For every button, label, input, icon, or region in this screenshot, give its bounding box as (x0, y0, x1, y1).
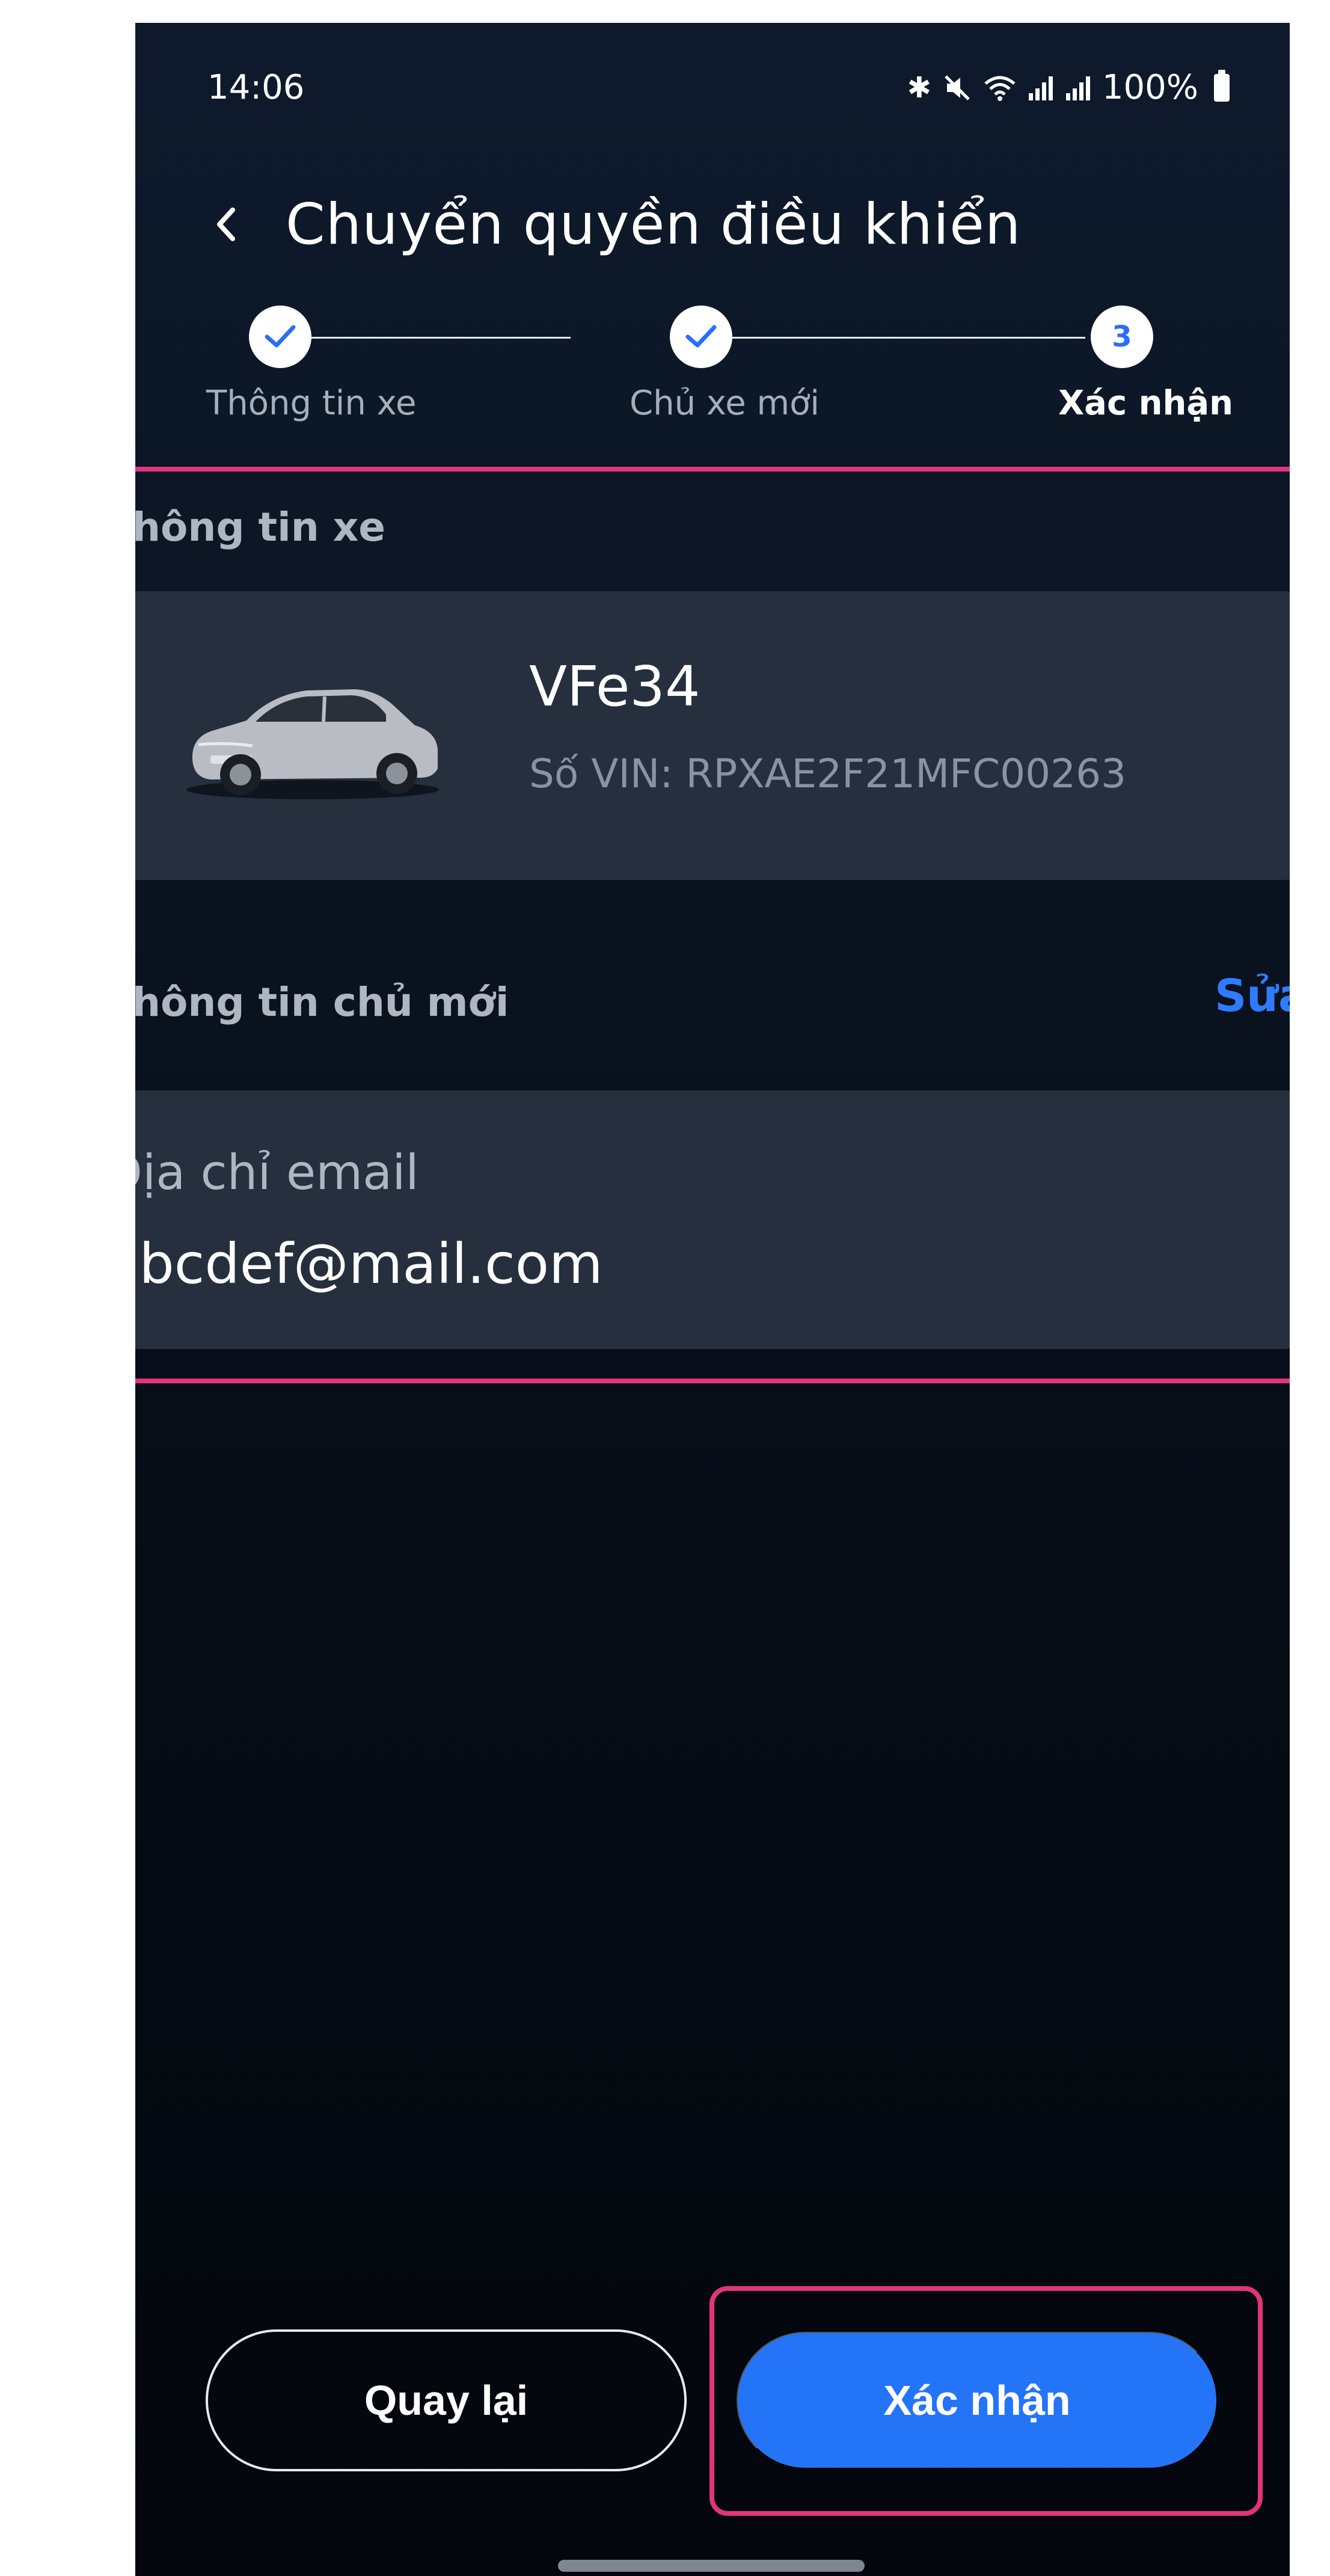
step-1-check-icon (249, 306, 311, 368)
email-value: abcdef@mail.com (135, 1232, 603, 1296)
car-vin: Số VIN: RPXAE2F21MFC00263 (529, 751, 1127, 797)
home-indicator[interactable] (558, 2560, 865, 2572)
email-card: Địa chỉ email abcdef@mail.com (135, 1090, 1290, 1349)
status-bar: 14:06 ✱ 100% (207, 68, 1230, 116)
step-label-new-owner: Chủ xe mới (630, 384, 820, 423)
header: Chuyển quyền điều khiển (201, 185, 1021, 263)
step-2-check-icon (670, 306, 732, 368)
step-3-indicator: 3 (1091, 306, 1153, 368)
status-icons: ✱ 100% (907, 68, 1230, 107)
mute-icon (945, 75, 970, 100)
step-3-number: 3 (1112, 320, 1132, 354)
chevron-left-icon[interactable] (201, 200, 250, 248)
vehicle-card: VFe34 Số VIN: RPXAE2F21MFC00263 (135, 591, 1290, 880)
edit-owner-link[interactable]: Sửa (1215, 970, 1290, 1022)
car-name: VFe34 (529, 654, 700, 719)
confirm-button[interactable]: Xác nhận (737, 2332, 1218, 2469)
new-owner-section-title: Thông tin chủ mới (135, 979, 509, 1025)
step-label-confirm: Xác nhận (1058, 384, 1234, 423)
vehicle-section-title: Thông tin xe (135, 504, 386, 550)
bluetooth-icon: ✱ (907, 70, 931, 105)
stepper: 3 Thông tin xe Chủ xe mới Xác nhận (135, 300, 1290, 444)
signal-icon (1065, 76, 1090, 100)
step-label-vehicle-info: Thông tin xe (206, 384, 417, 423)
page-title: Chuyển quyền điều khiển (286, 191, 1022, 257)
battery-percent: 100% (1102, 68, 1198, 107)
status-time: 14:06 (207, 68, 305, 107)
car-image (186, 689, 439, 799)
phone-screen: 14:06 ✱ 100% Chuyển quyền điều khiển 3 T… (135, 23, 1290, 2576)
back-button[interactable]: Quay lại (206, 2329, 687, 2471)
signal-icon (1028, 76, 1053, 100)
battery-icon (1214, 69, 1230, 102)
step-connector (703, 337, 1085, 339)
step-connector (282, 337, 571, 339)
wifi-icon (984, 76, 1016, 101)
email-label: Địa chỉ email (135, 1145, 419, 1200)
